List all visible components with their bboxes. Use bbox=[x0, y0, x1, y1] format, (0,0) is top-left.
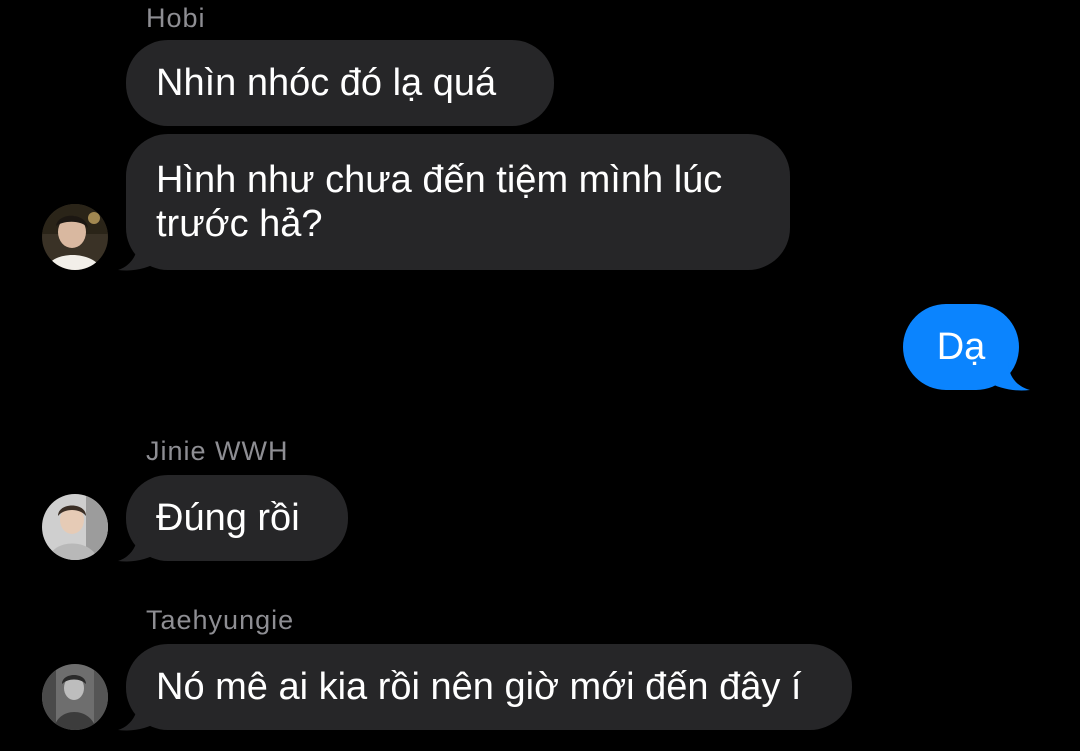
message-text: Nhìn nhóc đó lạ quá bbox=[156, 62, 497, 104]
taehyungie-avatar[interactable] bbox=[42, 664, 108, 730]
message-text-line: trước hả? bbox=[156, 203, 323, 245]
jinie-avatar[interactable] bbox=[42, 494, 108, 560]
bubble-tail bbox=[118, 240, 158, 271]
sender-name-hobi: Hobi bbox=[146, 3, 206, 33]
message-bubble[interactable]: Nó mê ai kia rồi nên giờ mới đến đây í bbox=[126, 644, 852, 730]
message-bubble[interactable]: Hình như chưa đến tiệm mình lúc trước hả… bbox=[126, 134, 790, 270]
hobi-avatar[interactable] bbox=[42, 204, 108, 270]
sender-name-jinie: Jinie WWH bbox=[146, 436, 289, 466]
bubble-tail bbox=[118, 700, 158, 731]
bubble-tail bbox=[988, 360, 1030, 391]
sender-name-taehyungie: Taehyungie bbox=[146, 605, 295, 635]
message-bubble[interactable]: Nhìn nhóc đó lạ quá bbox=[126, 40, 554, 126]
message-text-line: Hình như chưa đến tiệm mình lúc bbox=[156, 159, 723, 201]
message-text: Nó mê ai kia rồi nên giờ mới đến đây í bbox=[156, 666, 802, 708]
bubble-tail bbox=[118, 531, 158, 562]
message-text: Đúng rồi bbox=[156, 497, 300, 539]
